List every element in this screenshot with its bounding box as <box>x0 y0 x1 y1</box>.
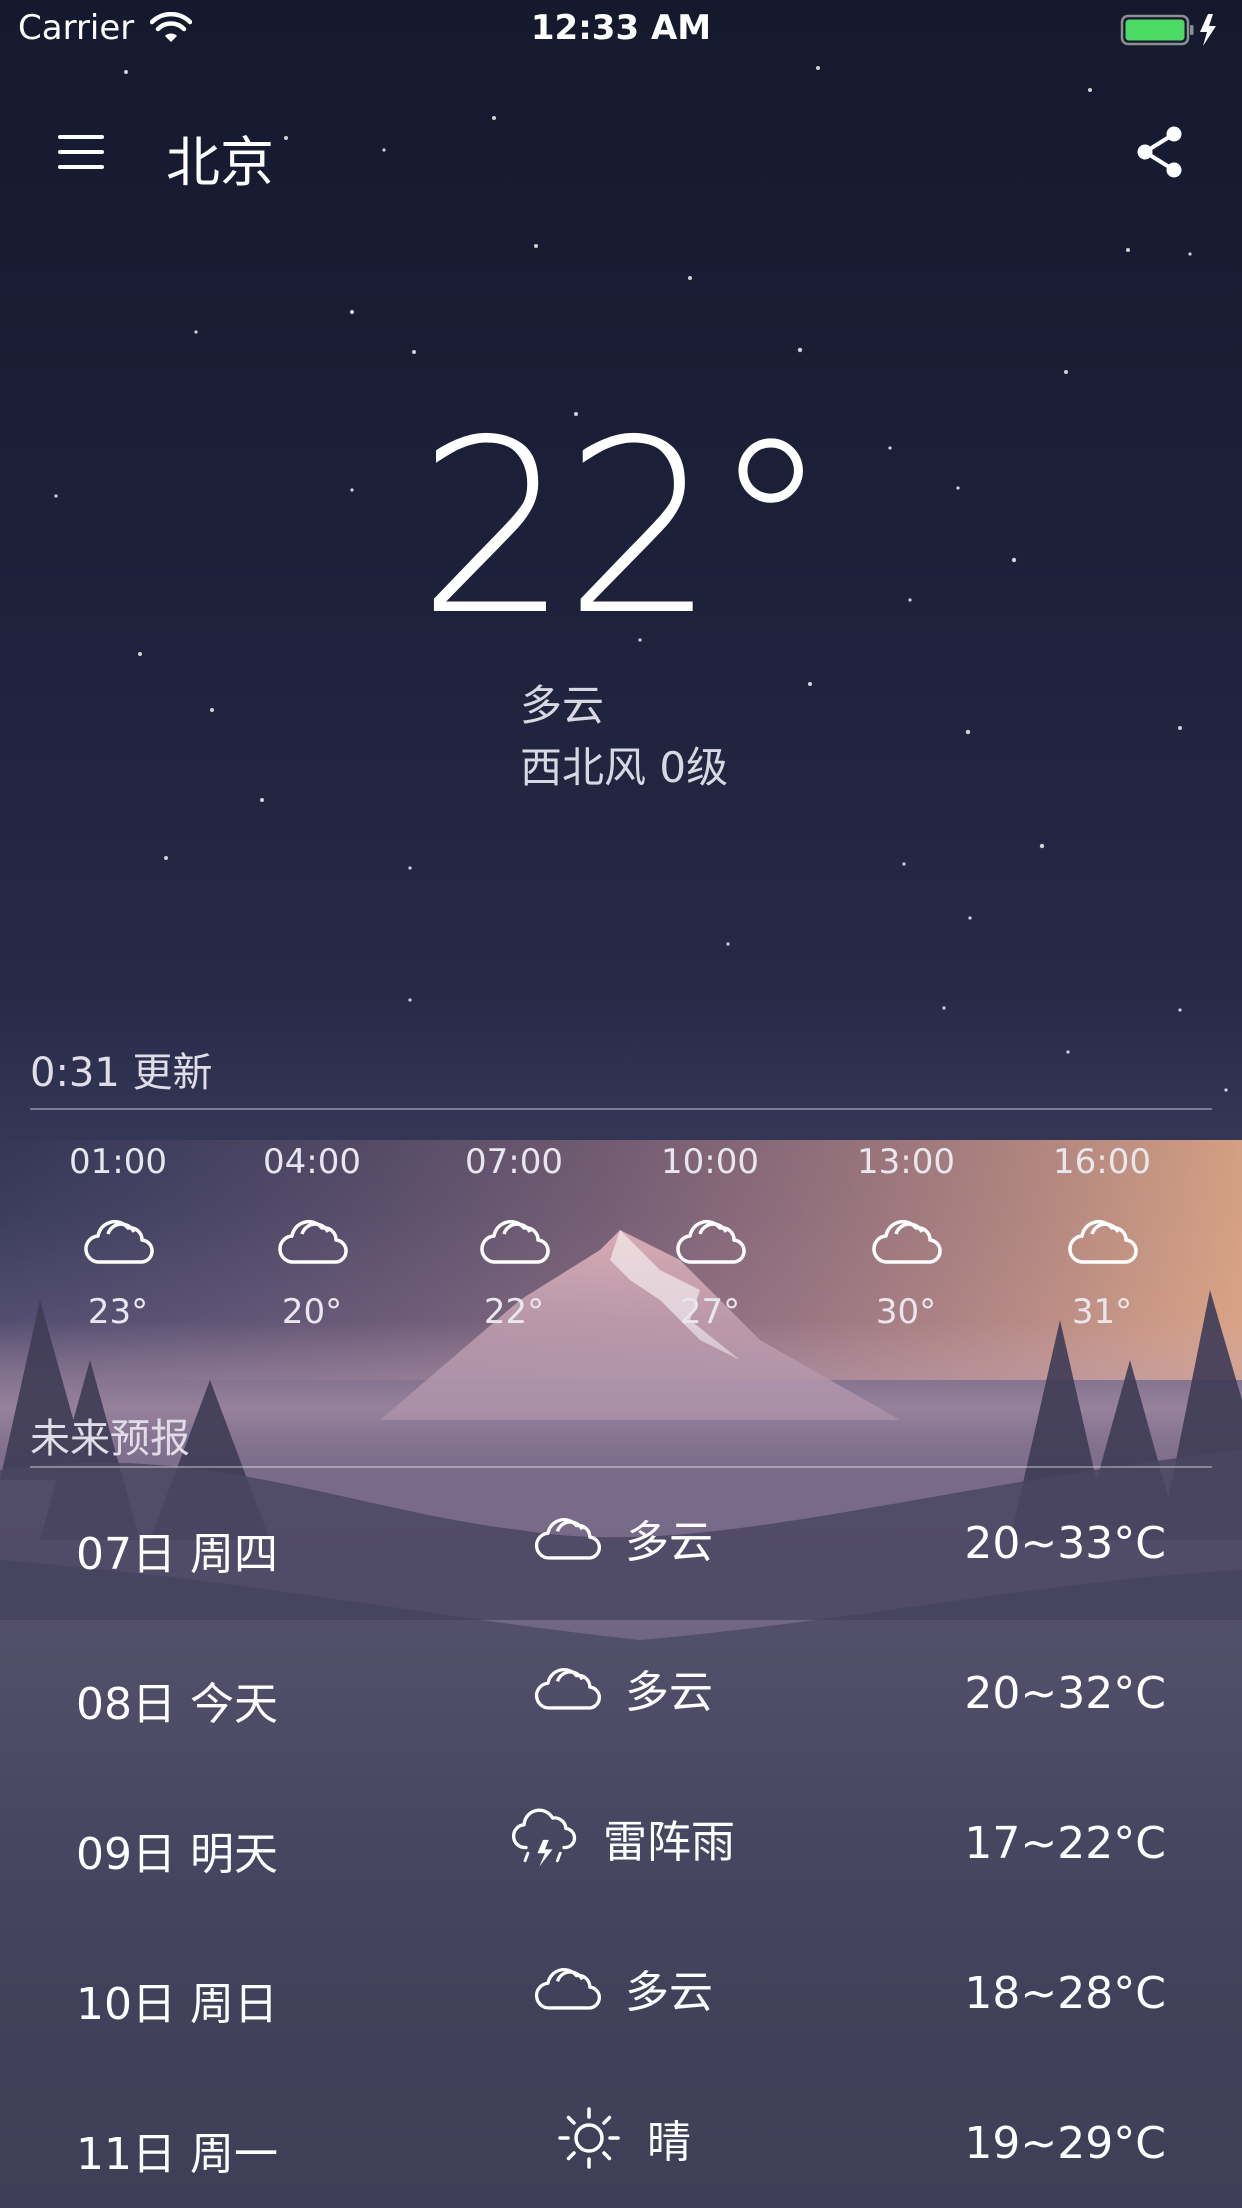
forecast-temp-range: 19~29°C <box>964 2118 1166 2169</box>
forecast-temp-range: 17~22°C <box>964 1818 1166 1869</box>
hourly-temperature: 31° <box>1071 1292 1133 1332</box>
cloud-icon <box>676 1219 746 1264</box>
forecast-condition: 多云 <box>625 1967 713 2018</box>
hourly-item: 01:00 23° <box>28 1140 208 1332</box>
cloud-icon <box>84 1219 154 1264</box>
hourly-item: 13:00 30° <box>816 1140 996 1332</box>
sun-icon <box>558 2107 620 2169</box>
current-temperature: 22° <box>417 388 830 668</box>
status-time: 12:33 AM <box>530 8 712 48</box>
status-bar: Carrier 12:33 AM <box>0 0 1242 60</box>
cloud-icon <box>480 1219 550 1264</box>
hourly-item: 16:00 31° <box>1012 1140 1192 1332</box>
hourly-time: 13:00 <box>857 1142 955 1182</box>
hourly-divider <box>30 1108 1212 1110</box>
share-icon[interactable] <box>1134 124 1186 180</box>
forecast-title: 未来预报 <box>30 1416 190 1462</box>
hourly-time: 07:00 <box>465 1142 563 1182</box>
menu-icon[interactable] <box>56 132 106 172</box>
forecast-row[interactable]: 11日 周一 晴 19~29°C <box>0 2070 1242 2208</box>
current-wind: 西北风 0级 <box>520 743 729 792</box>
thunderstorm-icon <box>511 1808 577 1867</box>
cloud-icon <box>278 1219 348 1264</box>
forecast-temp-range: 18~28°C <box>964 1968 1166 2019</box>
forecast-condition: 雷阵雨 <box>603 1817 735 1868</box>
forecast-row[interactable]: 10日 周日 多云 18~28°C <box>0 1920 1242 2070</box>
cloud-icon <box>534 1668 601 1710</box>
hourly-temperature: 20° <box>281 1292 343 1332</box>
hourly-time: 04:00 <box>263 1142 361 1182</box>
battery-charging-icon <box>1120 14 1216 46</box>
forecast-divider <box>30 1466 1212 1468</box>
hourly-temperature: 23° <box>87 1292 149 1332</box>
forecast-condition: 多云 <box>625 1517 713 1568</box>
forecast-condition: 多云 <box>625 1667 713 1718</box>
hourly-temperature: 22° <box>483 1292 545 1332</box>
hourly-time: 16:00 <box>1053 1142 1151 1182</box>
cloud-icon <box>534 1968 601 2010</box>
forecast-row[interactable]: 08日 今天 多云 20~32°C <box>0 1620 1242 1770</box>
cloud-icon <box>534 1518 601 1560</box>
hourly-temperature: 27° <box>679 1292 741 1332</box>
hourly-forecast: 01:00 23° 04:00 20° 07:00 22° 10:00 27° … <box>0 1140 1242 1380</box>
weather-screen: Carrier 12:33 AM 北京 22° 多云 西北风 0级 0:31 更… <box>0 0 1242 2208</box>
cloud-icon <box>872 1219 942 1264</box>
hourly-time: 10:00 <box>661 1142 759 1182</box>
forecast-temp-range: 20~33°C <box>964 1518 1166 1569</box>
forecast-row[interactable]: 09日 明天 雷阵雨 17~22°C <box>0 1770 1242 1920</box>
hourly-item: 07:00 22° <box>424 1140 604 1332</box>
forecast-condition: 晴 <box>647 2117 691 2168</box>
city-title: 北京 <box>166 131 274 194</box>
cloud-icon <box>1068 1219 1138 1264</box>
moon-icon <box>592 1024 636 1071</box>
hourly-item: 04:00 20° <box>222 1140 402 1332</box>
forecast-temp-range: 20~32°C <box>964 1668 1166 1719</box>
hourly-item: 10:00 27° <box>620 1140 800 1332</box>
hourly-time: 01:00 <box>69 1142 167 1182</box>
forecast-row[interactable]: 07日 周四 多云 20~33°C <box>0 1470 1242 1620</box>
hourly-temperature: 30° <box>875 1292 937 1332</box>
current-condition: 多云 <box>520 681 605 730</box>
update-time-label: 0:31 更新 <box>30 1050 213 1096</box>
